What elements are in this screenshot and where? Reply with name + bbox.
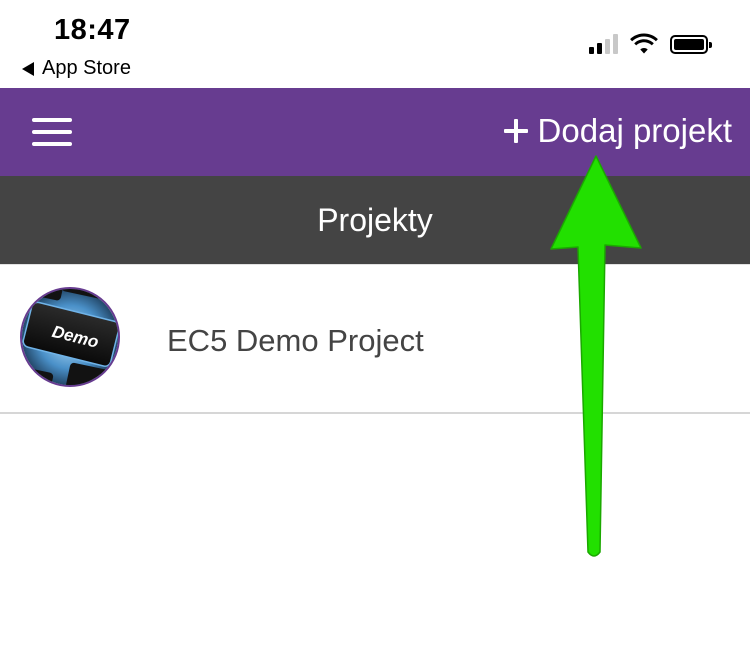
battery-icon [670,35,712,54]
back-link-label: App Store [42,57,131,79]
status-bar: 18:47 App Store [0,0,750,88]
app-bar: Dodaj projekt [0,88,750,176]
project-name: EC5 Demo Project [167,323,424,358]
project-logo: Demo [20,287,120,387]
list-item-project[interactable]: Demo EC5 Demo Project [0,264,750,414]
screen: 18:47 App Store Dodaj projekt Projekty D… [0,0,750,660]
project-list: Demo EC5 Demo Project [0,264,750,414]
title-bar: Projekty [0,176,750,264]
page-title: Projekty [317,201,433,238]
add-project-button[interactable]: Dodaj projekt [503,112,732,150]
cellular-signal-icon [589,34,618,54]
hamburger-menu-icon[interactable] [32,118,72,146]
add-project-label: Dodaj projekt [537,112,732,149]
status-time: 18:47 [54,14,131,46]
back-to-app-store-link[interactable]: App Store [22,57,131,80]
demo-key-image: Demo [22,289,118,385]
wifi-icon [630,33,658,54]
back-triangle-icon [22,61,34,76]
status-icons [589,33,714,54]
plus-icon [503,119,528,143]
